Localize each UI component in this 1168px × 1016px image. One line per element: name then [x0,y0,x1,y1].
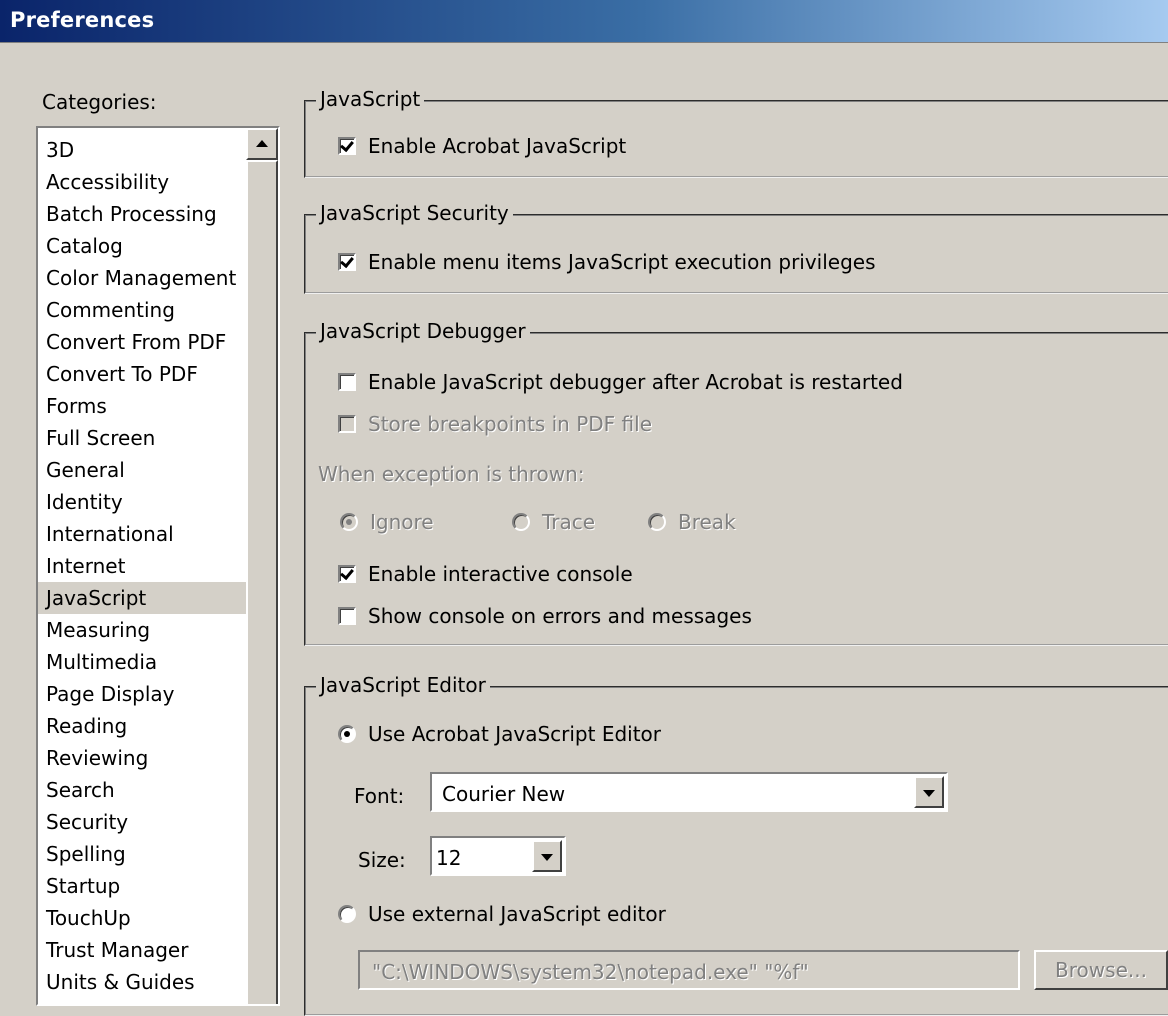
arrow-up-icon [256,140,268,147]
checkbox-label: Enable menu items JavaScript execution p… [368,250,876,274]
checkbox-box[interactable] [338,565,356,583]
title-bar[interactable]: Preferences [0,0,1168,43]
category-item[interactable]: Color Management [38,262,246,294]
checkbox-label: Store breakpoints in PDF file [368,412,652,436]
enable-debugger-checkbox[interactable]: Enable JavaScript debugger after Acrobat… [338,370,903,394]
use-external-editor-radio[interactable]: Use external JavaScript editor [338,902,666,926]
exception-trace-radio[interactable]: Trace [512,510,595,534]
javascript-security-group: JavaScript Security Enable menu items Ja… [304,201,1168,294]
category-item[interactable]: Catalog [38,230,246,262]
radio-label: Use external JavaScript editor [368,902,666,926]
window-title: Preferences [10,8,155,32]
category-item[interactable]: Spelling [38,838,246,870]
categories-list[interactable]: 3D Accessibility Batch Processing Catalog Co… [36,126,280,1006]
radio-circle[interactable] [338,905,356,923]
size-select[interactable]: 12 [430,836,566,876]
category-item[interactable]: Batch Processing [38,198,246,230]
category-item[interactable]: Page Display [38,678,246,710]
category-item[interactable]: Measuring [38,614,246,646]
category-item[interactable]: International [38,518,246,550]
size-select-value: 12 [436,846,462,870]
checkbox-label: Enable JavaScript debugger after Acrobat… [368,370,903,394]
size-dropdown-button[interactable] [532,840,562,872]
category-item[interactable]: Security [38,806,246,838]
debugger-group-title: JavaScript Debugger [316,319,530,343]
scroll-thumb[interactable] [246,160,278,1004]
enable-menu-privileges-checkbox[interactable]: Enable menu items JavaScript execution p… [338,250,876,274]
use-acrobat-editor-radio[interactable]: Use Acrobat JavaScript Editor [338,722,661,746]
checkbox-box[interactable] [338,415,356,433]
font-select-value: Courier New [442,782,566,806]
security-group-title: JavaScript Security [316,201,513,225]
show-console-checkbox[interactable]: Show console on errors and messages [338,604,752,628]
category-item[interactable]: Commenting [38,294,246,326]
store-breakpoints-checkbox[interactable]: Store breakpoints in PDF file [338,412,652,436]
category-item[interactable]: Reading [38,710,246,742]
enable-acrobat-javascript-checkbox[interactable]: Enable Acrobat JavaScript [338,134,626,158]
category-item[interactable]: Search [38,774,246,806]
radio-circle[interactable] [648,513,666,531]
category-item[interactable]: Units & Guides [38,966,246,998]
category-item[interactable]: 3D [38,134,246,166]
category-item[interactable]: Convert From PDF [38,326,246,358]
font-label: Font: [354,784,405,808]
radio-label: Ignore [370,510,434,534]
javascript-group: JavaScript Enable Acrobat JavaScript [304,87,1168,178]
scroll-up-button[interactable] [246,128,278,160]
size-label: Size: [358,848,406,872]
checkbox-label: Enable interactive console [368,562,633,586]
categories-items: 3D Accessibility Batch Processing Catalog Co… [38,134,246,998]
javascript-debugger-group: JavaScript Debugger Enable JavaScript de… [304,319,1168,646]
checkbox-box[interactable] [338,607,356,625]
radio-label: Trace [542,510,596,534]
external-editor-path-value: "C:\WINDOWS\system32\notepad.exe" "%f" [372,960,809,984]
external-editor-path-field[interactable]: "C:\WINDOWS\system32\notepad.exe" "%f" [358,950,1020,990]
radio-circle[interactable] [512,513,530,531]
exception-break-radio[interactable]: Break [648,510,736,534]
font-dropdown-button[interactable] [914,776,944,808]
category-item[interactable]: Trust Manager [38,934,246,966]
category-item[interactable]: Accessibility [38,166,246,198]
radio-circle[interactable] [340,513,358,531]
category-item[interactable]: JavaScript [38,582,246,614]
checkbox-box[interactable] [338,137,356,155]
enable-interactive-console-checkbox[interactable]: Enable interactive console [338,562,633,586]
chevron-down-icon [541,854,553,861]
checkbox-label: Show console on errors and messages [368,604,752,628]
category-item[interactable]: Forms [38,390,246,422]
categories-label: Categories: [42,90,157,114]
checkbox-box[interactable] [338,373,356,391]
category-item[interactable]: Identity [38,486,246,518]
category-item[interactable]: General [38,454,246,486]
category-item[interactable]: Convert To PDF [38,358,246,390]
category-item[interactable]: TouchUp [38,902,246,934]
radio-label: Break [678,510,736,534]
chevron-down-icon [923,790,935,797]
radio-circle[interactable] [338,725,356,743]
category-item[interactable]: Multimedia [38,646,246,678]
exception-ignore-radio[interactable]: Ignore [340,510,434,534]
checkbox-box[interactable] [338,253,356,271]
category-item[interactable]: Internet [38,550,246,582]
category-item[interactable]: Startup [38,870,246,902]
radio-label: Use Acrobat JavaScript Editor [368,722,662,746]
javascript-group-title: JavaScript [316,87,425,111]
font-select[interactable]: Courier New [430,772,948,812]
browse-button[interactable]: Browse... [1034,950,1168,990]
categories-scrollbar[interactable] [246,128,278,1004]
checkbox-label: Enable Acrobat JavaScript [368,134,627,158]
category-item[interactable]: Full Screen [38,422,246,454]
editor-group-title: JavaScript Editor [316,673,490,697]
category-item[interactable]: Reviewing [38,742,246,774]
exception-label: When exception is thrown: [318,462,585,486]
